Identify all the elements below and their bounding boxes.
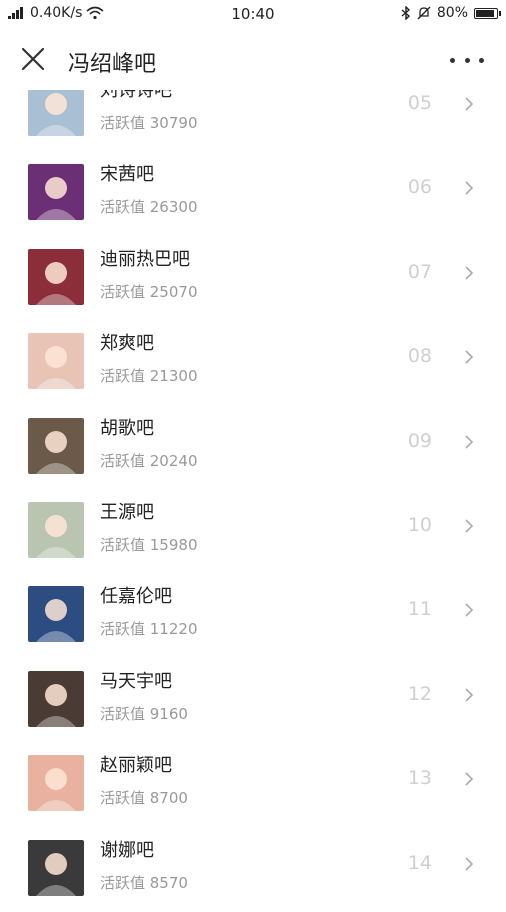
mute-bell-icon bbox=[417, 6, 431, 20]
activity-value: 活跃值 21300 bbox=[100, 367, 198, 386]
bar-name: 郑爽吧 bbox=[100, 333, 154, 355]
activity-value: 活跃值 30790 bbox=[100, 114, 198, 132]
list-item[interactable]: 胡歌吧活跃值 20240 09 bbox=[0, 406, 506, 490]
bar-name: 宋茜吧 bbox=[100, 164, 154, 186]
bar-name: 迪丽热巴吧 bbox=[100, 248, 190, 270]
battery-percent: 80% bbox=[436, 5, 468, 21]
rank-number: 09 bbox=[407, 429, 432, 452]
rank-number: 13 bbox=[407, 767, 432, 790]
bluetooth-icon bbox=[401, 6, 410, 20]
chevron-right-icon bbox=[464, 434, 474, 449]
list-item[interactable]: 宋茜吧活跃值 26300 06 bbox=[0, 152, 506, 236]
page-title: 冯绍峰吧 bbox=[68, 52, 157, 77]
list-item[interactable]: 谢娜吧活跃值 8570 14 bbox=[0, 828, 506, 912]
header-bar: 冯绍峰吧 bbox=[0, 30, 506, 90]
chevron-right-icon bbox=[464, 349, 474, 364]
more-dot-icon bbox=[479, 57, 484, 63]
list-item[interactable]: 郑爽吧活跃值 21300 08 bbox=[0, 321, 506, 405]
more-options-button[interactable] bbox=[450, 50, 484, 70]
rank-number: 11 bbox=[407, 598, 432, 621]
bar-name: 王源吧 bbox=[100, 502, 154, 523]
avatar bbox=[28, 839, 84, 896]
avatar bbox=[28, 586, 84, 643]
bar-name: 任嘉伦吧 bbox=[100, 586, 172, 608]
more-dot-icon bbox=[450, 57, 455, 63]
activity-value: 活跃值 26300 bbox=[100, 198, 198, 217]
rank-number: 07 bbox=[407, 260, 432, 283]
avatar bbox=[28, 333, 84, 390]
list-item[interactable]: 王源吧活跃值 15980 10 bbox=[0, 490, 506, 574]
chevron-right-icon bbox=[464, 180, 474, 195]
bar-name: 马天宇吧 bbox=[100, 670, 172, 692]
avatar bbox=[28, 164, 84, 221]
chevron-right-icon bbox=[464, 602, 474, 617]
bar-name: 谢娜吧 bbox=[100, 839, 154, 861]
chevron-right-icon bbox=[464, 687, 474, 702]
activity-value: 活跃值 11220 bbox=[100, 620, 198, 639]
activity-value: 活跃值 20240 bbox=[100, 451, 198, 470]
chevron-right-icon bbox=[464, 96, 474, 111]
avatar bbox=[28, 417, 84, 474]
chevron-right-icon bbox=[464, 771, 474, 786]
status-right: 80% bbox=[401, 5, 501, 21]
battery-level bbox=[476, 9, 494, 17]
rank-number: 14 bbox=[407, 851, 432, 874]
avatar bbox=[28, 502, 84, 558]
list-item[interactable]: 赵丽颖吧活跃值 8700 13 bbox=[0, 743, 506, 827]
rank-number: 08 bbox=[407, 345, 432, 368]
chevron-right-icon bbox=[464, 518, 474, 533]
rank-number: 12 bbox=[407, 682, 432, 705]
list-item[interactable]: 迪丽热巴吧活跃值 25070 07 bbox=[0, 237, 506, 321]
activity-value: 活跃值 15980 bbox=[100, 536, 198, 554]
chevron-right-icon bbox=[464, 856, 474, 871]
more-dot-icon bbox=[464, 57, 470, 63]
activity-value: 活跃值 9160 bbox=[100, 704, 188, 723]
rank-number: 06 bbox=[407, 176, 432, 199]
list-item[interactable]: 马天宇吧活跃值 9160 12 bbox=[0, 659, 506, 743]
avatar bbox=[28, 670, 84, 727]
activity-value: 活跃值 8700 bbox=[100, 789, 188, 808]
activity-value: 活跃值 8570 bbox=[100, 873, 188, 892]
chevron-right-icon bbox=[464, 265, 474, 280]
rank-number: 10 bbox=[407, 514, 432, 536]
activity-value: 活跃值 25070 bbox=[100, 282, 198, 301]
close-button[interactable] bbox=[18, 44, 48, 74]
bar-name: 赵丽颖吧 bbox=[100, 755, 172, 777]
list-item[interactable]: 任嘉伦吧活跃值 11220 11 bbox=[0, 574, 506, 658]
battery-icon bbox=[474, 7, 501, 19]
rank-number: 05 bbox=[407, 92, 432, 114]
avatar bbox=[28, 755, 84, 812]
avatar bbox=[28, 248, 84, 305]
close-icon bbox=[21, 47, 45, 71]
bar-name: 胡歌吧 bbox=[100, 417, 154, 439]
status-bar: 0.40K/s 10:40 80% bbox=[0, 0, 506, 28]
